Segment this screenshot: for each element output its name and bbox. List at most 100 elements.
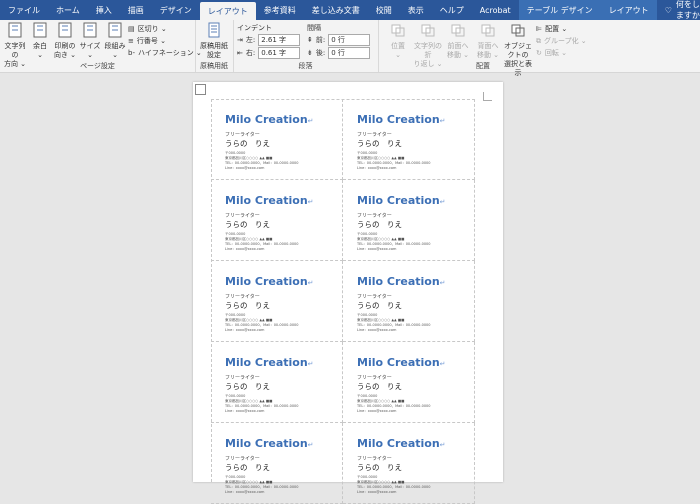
hyphenation-button[interactable]: b‑ ハイフネーション ⌄ [128,48,202,58]
tab-7[interactable]: 差し込み文書 [304,0,368,20]
genko-settings-button[interactable]: 原稿用紙 設定 [199,22,229,60]
arrange-label: 配置 [476,62,490,70]
indent-left-icon: ⇥ [237,36,243,44]
line-numbers-button[interactable]: ≡ 行番号 ⌄ [128,36,166,46]
size-button[interactable]: サイズ ⌄ [77,22,103,60]
card-company-title: Milo Creation↵ [357,356,446,369]
business-card[interactable]: Milo Creation↵ フリーライター うらの りえ 〒000-0000 東京都品… [343,342,475,423]
tab-1[interactable]: ホーム [48,0,88,20]
card-company-title: Milo Creation↵ [225,113,314,126]
indent-label: インデント [237,24,272,32]
send-backward-button[interactable]: 背面へ 移動 ⌄ [472,22,504,60]
card-person-name: うらの りえ [225,220,270,229]
tell-me-search[interactable]: ♡ 何をしますか [665,0,700,20]
margins-button[interactable]: 余白 ⌄ [27,22,53,60]
tab-9[interactable]: 表示 [400,0,432,20]
business-card[interactable]: Milo Creation↵ フリーライター うらの りえ 〒000-0000 東京都品… [211,99,343,180]
card-role: フリーライター [357,456,392,462]
card-company-title: Milo Creation↵ [357,113,446,126]
card-line: Line：xxxx@xxxx.com [225,247,265,251]
card-company-title: Milo Creation↵ [357,275,446,288]
indent-left-input[interactable]: 2.61 字 [258,34,301,46]
card-role: フリーライター [357,294,392,300]
page-setup-group: 文字列の 方向 ⌄ 余白 ⌄ 印刷の 向き ⌄ サイズ ⌄ 段組み ⌄ ▤ 区切り ⌄ ≡ 行番号 ⌄… [0,20,202,72]
card-role: フリーライター [357,375,392,381]
spacing-before-input[interactable]: 0 行 [328,34,371,46]
align-button[interactable]: ⊫ 配置 ⌄ [536,24,567,34]
bring-forward-icon [451,24,465,37]
card-person-name: うらの りえ [357,382,402,391]
card-line: Line：xxxx@xxxx.com [357,247,397,251]
page-setup-label: ページ設定 [80,62,115,70]
hyphenation-icon: b‑ [128,49,135,57]
arrange-group: 位置 ⌄ 文字列の折 り返し ⌄ 前面へ 移動 ⌄ 背面へ 移動 ⌄ オブジェクトの 選択と表示 … [378,20,588,77]
card-line: Line：xxxx@xxxx.com [225,166,265,170]
card-role: フリーライター [225,294,260,300]
genko-label: 原稿用紙 [200,62,228,70]
business-card[interactable]: Milo Creation↵ フリーライター うらの りえ 〒000-0000 東京都品… [211,423,343,504]
bring-forward-button[interactable]: 前面へ 移動 ⌄ [442,22,474,60]
card-role: フリーライター [225,375,260,381]
tab-12[interactable]: テーブル デザイン [518,0,601,20]
business-card[interactable]: Milo Creation↵ フリーライター うらの りえ 〒000-0000 東京都品… [343,99,475,180]
card-line: Line：xxxx@xxxx.com [225,328,265,332]
paragraph-group: インデント 間隔 ⇥ 左: 2.61 字 ⇤ 右: 0.61 字 ⇞ 前: 0 … [233,20,379,72]
text-direction-icon [8,22,22,38]
card-role: フリーライター [225,213,260,219]
size-icon [83,22,97,38]
business-card[interactable]: Milo Creation↵ フリーライター うらの りえ 〒000-0000 東京都品… [343,423,475,504]
card-person-name: うらの りえ [225,301,270,310]
line-numbers-icon: ≡ [128,37,134,45]
tab-6[interactable]: 参考資料 [256,0,304,20]
breaks-button[interactable]: ▤ 区切り ⌄ [128,24,167,34]
orientation-icon [58,22,72,38]
card-role: フリーライター [225,132,260,138]
table-move-handle-icon[interactable] [195,84,206,95]
business-card[interactable]: Milo Creation↵ フリーライター うらの りえ 〒000-0000 東京都品… [211,261,343,342]
card-company-title: Milo Creation↵ [225,194,314,207]
group-button[interactable]: ⧉ グループ化 ⌄ [536,36,587,46]
card-line: Line：xxxx@xxxx.com [357,328,397,332]
send-backward-icon [481,24,495,37]
tab-0[interactable]: ファイル [0,0,48,20]
wrap-text-icon [421,24,435,37]
business-card[interactable]: Milo Creation↵ フリーライター うらの りえ 〒000-0000 東京都品… [343,261,475,342]
breaks-icon: ▤ [128,25,135,33]
spacing-after-input[interactable]: 0 行 [328,47,371,59]
card-person-name: うらの りえ [357,220,402,229]
document-page[interactable]: Milo Creation↵ フリーライター うらの りえ 〒000-0000 東京都品… [193,82,503,504]
card-company-title: Milo Creation↵ [225,275,314,288]
margin-corner-mark [483,92,492,101]
group-icon: ⧉ [536,36,541,45]
tab-13[interactable]: レイアウト [600,0,657,20]
card-person-name: うらの りえ [225,139,270,148]
tab-10[interactable]: ヘルプ [432,0,472,20]
margins-icon [33,22,47,38]
spacing-after-icon: ⇟ [307,49,313,57]
card-person-name: うらの りえ [357,301,402,310]
tab-8[interactable]: 校閲 [368,0,400,20]
selection-pane-icon [511,24,525,37]
rotate-button[interactable]: ↻ 回転 ⌄ [536,48,567,58]
tab-3[interactable]: 描画 [120,0,152,20]
indent-right-input[interactable]: 0.61 字 [258,47,301,59]
orientation-button[interactable]: 印刷の 向き ⌄ [52,22,78,60]
business-card[interactable]: Milo Creation↵ フリーライター うらの りえ 〒000-0000 東京都品… [211,180,343,261]
business-card[interactable]: Milo Creation↵ フリーライター うらの りえ 〒000-0000 東京都品… [211,342,343,423]
business-card[interactable]: Milo Creation↵ フリーライター うらの りえ 〒000-0000 東京都品… [343,180,475,261]
card-line: Line：xxxx@xxxx.com [357,166,397,170]
position-button[interactable]: 位置 ⌄ [382,22,414,60]
align-icon: ⊫ [536,25,543,33]
tab-11[interactable]: Acrobat [472,0,519,20]
tab-5[interactable]: レイアウト [199,2,256,20]
tab-4[interactable]: デザイン [152,0,200,20]
columns-button[interactable]: 段組み ⌄ [102,22,128,60]
position-icon [391,24,405,37]
tab-2[interactable]: 挿入 [88,0,120,20]
card-role: フリーライター [225,456,260,462]
ribbon: 文字列の 方向 ⌄ 余白 ⌄ 印刷の 向き ⌄ サイズ ⌄ 段組み ⌄ ▤ 区切り ⌄ ≡ 行番号 ⌄… [0,20,700,77]
indent-left-row: ⇥ 左: 2.61 字 [237,34,301,46]
genko-group: 原稿用紙 設定 原稿用紙 [195,20,234,72]
spacing-label: 間隔 [307,24,321,32]
card-company-title: Milo Creation↵ [357,437,446,450]
